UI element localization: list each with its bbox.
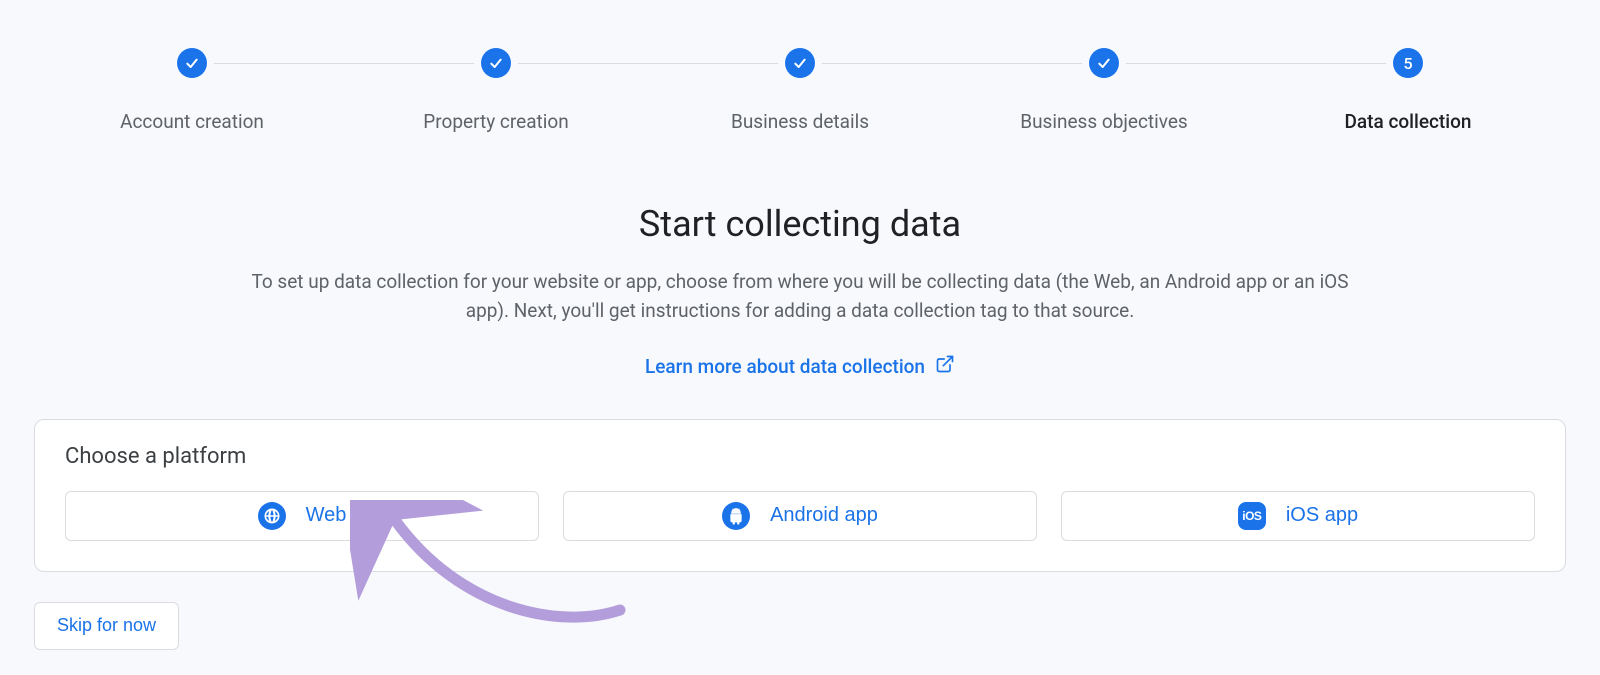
platform-android-button[interactable]: Android app — [563, 491, 1037, 541]
platform-ios-button[interactable]: iOS iOS app — [1061, 491, 1535, 541]
step-label: Account creation — [120, 110, 264, 133]
platform-label: iOS app — [1286, 504, 1358, 527]
step-property-creation: Property creation — [344, 48, 648, 133]
step-label: Data collection — [1345, 110, 1472, 133]
step-label: Property creation — [423, 110, 568, 133]
step-business-objectives: Business objectives — [952, 48, 1256, 133]
hero-section: Start collecting data To set up data col… — [0, 203, 1600, 379]
platform-label: Android app — [770, 504, 878, 527]
check-icon — [785, 48, 815, 78]
card-title: Choose a platform — [65, 444, 1535, 469]
platform-label: Web — [306, 504, 347, 527]
skip-for-now-button[interactable]: Skip for now — [34, 602, 179, 650]
check-icon — [177, 48, 207, 78]
choose-platform-card: Choose a platform Web Android app iOS iO… — [34, 419, 1566, 572]
step-label: Business objectives — [1020, 110, 1188, 133]
step-number-icon: 5 — [1393, 48, 1423, 78]
check-icon — [481, 48, 511, 78]
page-description: To set up data collection for your websi… — [240, 267, 1360, 326]
learn-more-link[interactable]: Learn more about data collection — [645, 354, 955, 379]
globe-icon — [258, 502, 286, 530]
step-account-creation: Account creation — [40, 48, 344, 133]
step-label: Business details — [731, 110, 869, 133]
ios-icon: iOS — [1238, 502, 1266, 530]
setup-stepper: Account creation Property creation Busin… — [0, 0, 1600, 133]
android-icon — [722, 502, 750, 530]
check-icon — [1089, 48, 1119, 78]
platform-row: Web Android app iOS iOS app — [65, 491, 1535, 541]
platform-web-button[interactable]: Web — [65, 491, 539, 541]
learn-more-label: Learn more about data collection — [645, 355, 925, 378]
step-data-collection: 5 Data collection — [1256, 48, 1560, 133]
step-business-details: Business details — [648, 48, 952, 133]
external-link-icon — [935, 354, 955, 379]
page-title: Start collecting data — [120, 203, 1480, 245]
